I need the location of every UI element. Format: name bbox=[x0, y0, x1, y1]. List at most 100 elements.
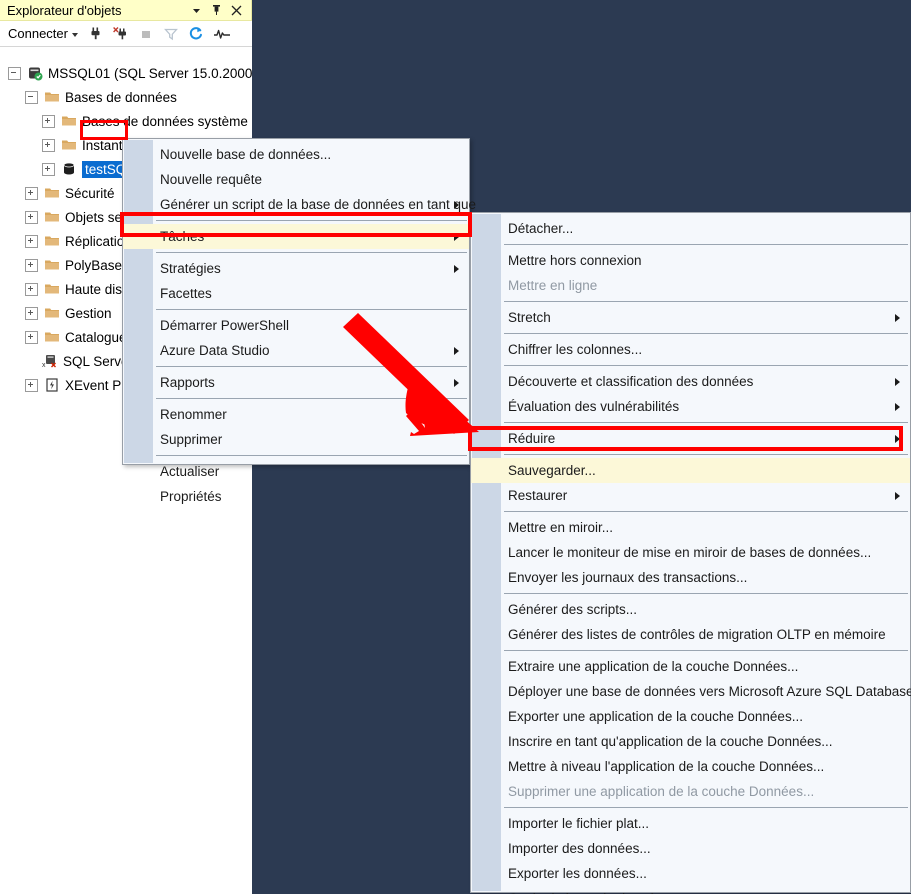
menu-item[interactable]: Découverte et classification des données bbox=[471, 369, 910, 394]
menu-item[interactable]: Restaurer bbox=[471, 483, 910, 508]
menu-item-label: Stratégies bbox=[160, 261, 221, 276]
menu-item-label: Inscrire en tant qu'application de la co… bbox=[508, 734, 833, 749]
menu-item: Mettre en ligne bbox=[471, 273, 910, 298]
menu-item[interactable]: Chiffrer les colonnes... bbox=[471, 337, 910, 362]
close-icon[interactable] bbox=[231, 5, 242, 16]
tree-node[interactable]: Bases de données bbox=[0, 85, 252, 109]
tree-node[interactable]: Bases de données système bbox=[0, 109, 252, 133]
menu-item[interactable]: Déployer une base de données vers Micros… bbox=[471, 679, 911, 704]
menu-item[interactable]: Rapports bbox=[123, 370, 469, 395]
menu-separator bbox=[156, 309, 467, 310]
menu-item[interactable]: Générer un script de la base de données … bbox=[123, 192, 476, 217]
menu-item: Supprimer une application de la couche D… bbox=[471, 779, 910, 804]
database-context-menu[interactable]: Nouvelle base de données... Nouvelle requ… bbox=[122, 138, 476, 504]
folder-icon bbox=[44, 257, 60, 273]
expand-icon[interactable] bbox=[25, 378, 38, 392]
menu-item[interactable]: Actualiser bbox=[123, 459, 469, 484]
xevent-icon bbox=[44, 377, 60, 393]
menu-item-label: Mettre en ligne bbox=[508, 278, 598, 293]
menu-item-label: Détacher... bbox=[508, 221, 574, 236]
expand-icon[interactable] bbox=[25, 306, 38, 320]
menu-item[interactable]: Tâches bbox=[123, 224, 469, 249]
chevron-down-icon bbox=[71, 32, 78, 37]
refresh-icon[interactable] bbox=[188, 26, 204, 42]
menu-separator bbox=[156, 398, 467, 399]
menu-separator bbox=[504, 650, 908, 651]
menu-item-label: Démarrer PowerShell bbox=[160, 318, 290, 333]
menu-item[interactable]: Nouvelle requête bbox=[123, 167, 469, 192]
folder-icon bbox=[61, 137, 77, 153]
server-icon bbox=[27, 65, 43, 81]
tree-node-label: Bases de données système bbox=[82, 113, 248, 129]
menu-item[interactable]: Stretch bbox=[471, 305, 910, 330]
folder-icon bbox=[44, 281, 60, 297]
menu-item[interactable]: Mettre en miroir... bbox=[471, 515, 910, 540]
submenu-arrow-icon bbox=[895, 434, 900, 443]
menu-item[interactable]: Nouvelle base de données... bbox=[123, 142, 469, 167]
expand-icon[interactable] bbox=[42, 138, 55, 152]
menu-item-label: Supprimer une application de la couche D… bbox=[508, 784, 815, 799]
menu-item[interactable]: Supprimer bbox=[123, 427, 469, 452]
tree-node[interactable]: MSSQL01 (SQL Server 15.0.2000.5 - MSS bbox=[0, 61, 252, 85]
menu-separator bbox=[156, 252, 467, 253]
menu-item[interactable]: Exporter une application de la couche Do… bbox=[471, 704, 910, 729]
menu-item-label: Azure Data Studio bbox=[160, 343, 270, 358]
menu-item-label: Réduire bbox=[508, 431, 556, 446]
menu-separator bbox=[504, 244, 908, 245]
menu-item[interactable]: Mettre à niveau l'application de la couc… bbox=[471, 754, 910, 779]
expand-icon[interactable] bbox=[25, 186, 38, 200]
collapse-icon[interactable] bbox=[25, 90, 38, 104]
menu-item-label: Envoyer les journaux des transactions... bbox=[508, 570, 748, 585]
menu-item[interactable]: Démarrer PowerShell bbox=[123, 313, 469, 338]
menu-separator bbox=[504, 365, 908, 366]
menu-item[interactable]: Importer des données... bbox=[471, 836, 910, 861]
expand-icon[interactable] bbox=[25, 282, 38, 296]
tree-node-label: Gestion bbox=[65, 305, 112, 321]
menu-item[interactable]: Importer le fichier plat... bbox=[471, 811, 910, 836]
menu-item[interactable]: Propriétés bbox=[123, 484, 469, 509]
menu-item[interactable]: Lancer le moniteur de mise en miroir de … bbox=[471, 540, 910, 565]
menu-item-label: Importer le fichier plat... bbox=[508, 816, 650, 831]
menu-separator bbox=[504, 422, 908, 423]
menu-item[interactable]: Copier la base de données... bbox=[471, 886, 910, 894]
dropdown-icon[interactable] bbox=[191, 5, 202, 16]
collapse-icon[interactable] bbox=[8, 66, 21, 80]
connect-button[interactable]: Connecter bbox=[8, 26, 78, 41]
menu-item-label: Lancer le moniteur de mise en miroir de … bbox=[508, 545, 872, 560]
menu-item[interactable]: Générer des scripts... bbox=[471, 597, 910, 622]
menu-item[interactable]: Mettre hors connexion bbox=[471, 248, 910, 273]
menu-separator bbox=[504, 593, 908, 594]
expand-icon[interactable] bbox=[42, 162, 55, 176]
tasks-submenu[interactable]: Détacher... Mettre hors connexion Mettre e… bbox=[470, 212, 911, 894]
menu-item[interactable]: Générer des listes de contrôles de migra… bbox=[471, 622, 910, 647]
pin-icon[interactable] bbox=[211, 4, 222, 16]
menu-item-label: Nouvelle requête bbox=[160, 172, 263, 187]
menu-item[interactable]: Envoyer les journaux des transactions... bbox=[471, 565, 910, 590]
menu-item[interactable]: Réduire bbox=[471, 426, 910, 451]
folder-icon bbox=[44, 305, 60, 321]
menu-item[interactable]: Facettes bbox=[123, 281, 469, 306]
menu-item[interactable]: Azure Data Studio bbox=[123, 338, 469, 363]
menu-item[interactable]: Exporter les données... bbox=[471, 861, 910, 886]
menu-item[interactable]: Sauvegarder... bbox=[471, 458, 910, 483]
menu-item-label: Générer un script de la base de données … bbox=[160, 197, 476, 212]
menu-item[interactable]: Inscrire en tant qu'application de la co… bbox=[471, 729, 910, 754]
menu-item[interactable]: Stratégies bbox=[123, 256, 469, 281]
expand-icon[interactable] bbox=[25, 330, 38, 344]
menu-item[interactable]: Extraire une application de la couche Do… bbox=[471, 654, 910, 679]
menu-item[interactable]: Détacher... bbox=[471, 216, 910, 241]
menu-item[interactable]: Évaluation des vulnérabilités bbox=[471, 394, 910, 419]
expand-icon[interactable] bbox=[25, 210, 38, 224]
disconnect-icon[interactable] bbox=[113, 26, 129, 42]
filter-icon bbox=[163, 26, 179, 42]
menu-item[interactable]: Renommer bbox=[123, 402, 469, 427]
activity-monitor-icon[interactable] bbox=[213, 26, 230, 42]
expand-icon[interactable] bbox=[25, 258, 38, 272]
menu-separator bbox=[156, 366, 467, 367]
tree-node-label: MSSQL01 (SQL Server 15.0.2000.5 - MSS bbox=[48, 65, 252, 81]
connect-icon[interactable] bbox=[88, 26, 104, 42]
expand-icon[interactable] bbox=[42, 114, 55, 128]
menu-item-label: Supprimer bbox=[160, 432, 223, 447]
menu-item-label: Chiffrer les colonnes... bbox=[508, 342, 643, 357]
expand-icon[interactable] bbox=[25, 234, 38, 248]
